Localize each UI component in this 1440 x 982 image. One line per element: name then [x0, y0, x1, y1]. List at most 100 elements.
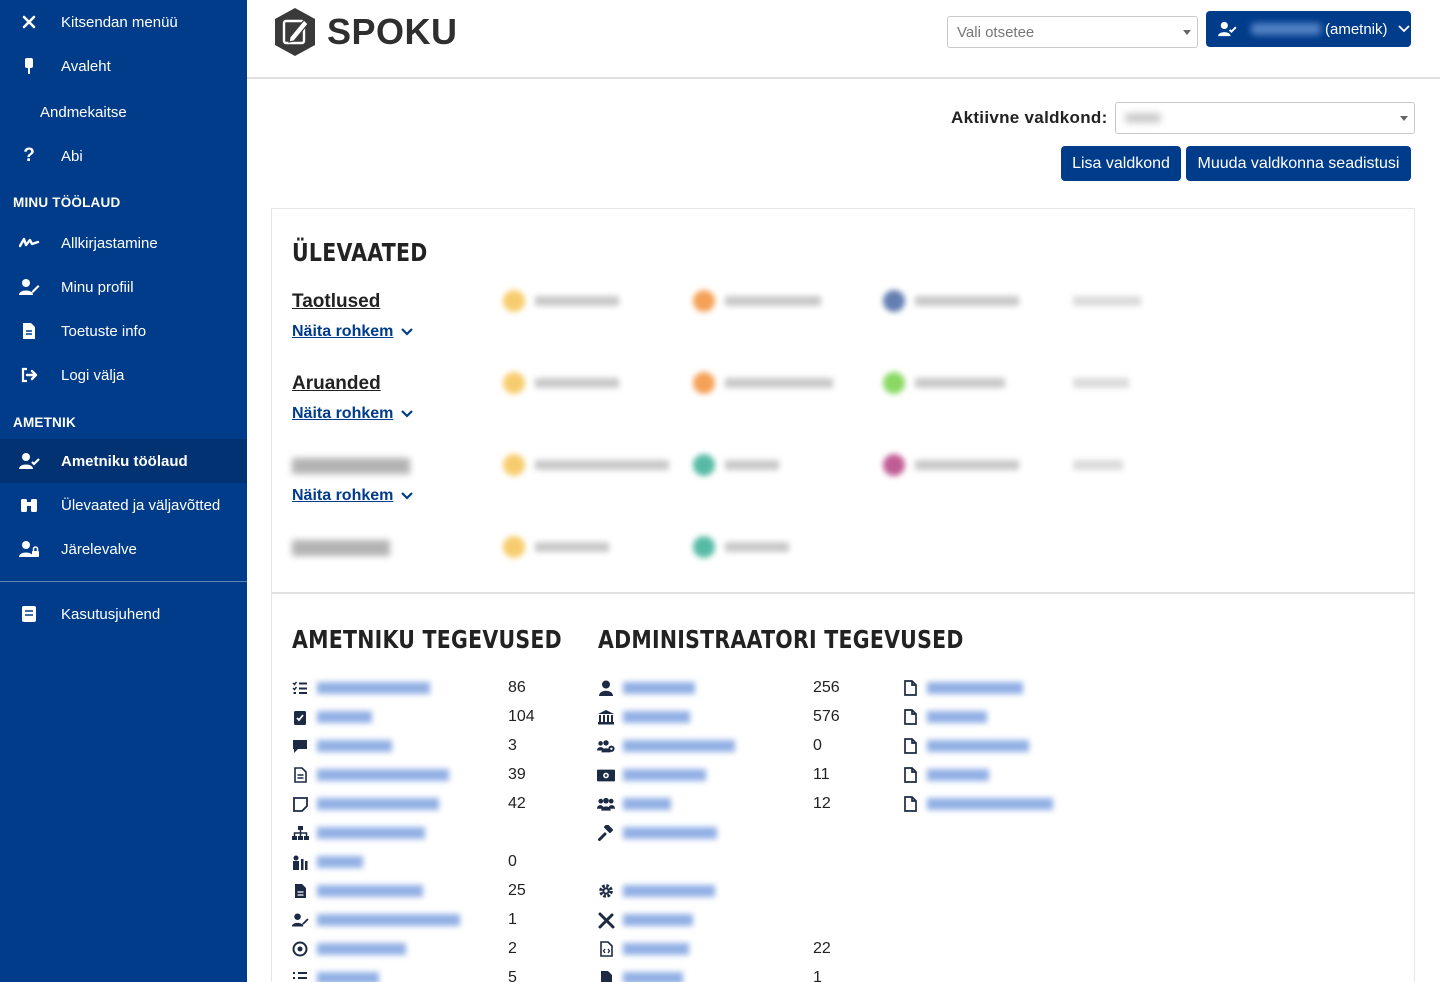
- file-link-redacted[interactable]: [927, 740, 1029, 752]
- show-more-link[interactable]: Näita rohkem: [292, 323, 414, 341]
- admin-action-link-redacted[interactable]: [623, 740, 735, 752]
- target-icon: [291, 940, 309, 958]
- sidebar-item-signing[interactable]: Allkirjastamine: [0, 221, 247, 265]
- file-link-redacted[interactable]: [927, 798, 1053, 810]
- admin-action-link-redacted[interactable]: [623, 769, 706, 781]
- file-link-row[interactable]: [901, 764, 989, 786]
- user-menu-button[interactable]: (ametnik): [1206, 11, 1411, 47]
- official-action-row[interactable]: [291, 706, 372, 728]
- official-action-row[interactable]: [291, 677, 430, 699]
- official-action-link-redacted[interactable]: [317, 885, 423, 897]
- sidebar-item-logout[interactable]: Logi välja: [0, 353, 247, 397]
- status-chip[interactable]: [693, 454, 779, 476]
- official-action-row[interactable]: [291, 938, 406, 960]
- overview-title-redacted[interactable]: [292, 540, 390, 556]
- official-action-link-redacted[interactable]: [317, 682, 430, 694]
- file-link-row[interactable]: [901, 793, 1053, 815]
- admin-action-row[interactable]: [597, 677, 695, 699]
- admin-action-link-redacted[interactable]: [623, 798, 671, 810]
- sidebar-item-home[interactable]: Avaleht: [0, 44, 247, 88]
- admin-action-row[interactable]: [597, 967, 683, 982]
- official-action-link-redacted[interactable]: [317, 740, 392, 752]
- status-chip[interactable]: [883, 372, 1005, 394]
- sidebar-item-data-protection[interactable]: Andmekaitse: [0, 90, 247, 134]
- status-chip[interactable]: [693, 372, 833, 394]
- official-action-link-redacted[interactable]: [317, 798, 439, 810]
- file-link-redacted[interactable]: [927, 682, 1023, 694]
- official-action-row[interactable]: [291, 967, 379, 982]
- active-field-value-redacted: [1125, 113, 1161, 123]
- sidebar-item-user-guide[interactable]: Kasutusjuhend: [0, 592, 247, 636]
- official-action-row[interactable]: [291, 880, 423, 902]
- admin-action-row[interactable]: [597, 793, 671, 815]
- official-action-link-redacted[interactable]: [317, 972, 379, 982]
- file-link-row[interactable]: [901, 677, 1023, 699]
- admin-action-link-redacted[interactable]: [623, 711, 690, 723]
- admin-action-row[interactable]: [597, 880, 715, 902]
- admin-action-link-redacted[interactable]: [623, 682, 695, 694]
- admin-action-link-redacted[interactable]: [623, 943, 689, 955]
- official-action-row[interactable]: [291, 735, 392, 757]
- official-action-row[interactable]: [291, 764, 449, 786]
- status-chip[interactable]: [693, 536, 789, 558]
- file-link-row[interactable]: [901, 706, 987, 728]
- admin-action-link-redacted[interactable]: [623, 827, 717, 839]
- file-outline-icon: [901, 708, 919, 726]
- admin-action-row[interactable]: [597, 822, 717, 844]
- official-action-link-redacted[interactable]: [317, 711, 372, 723]
- user-icon: [1217, 21, 1237, 37]
- logo[interactable]: SPOKU: [271, 6, 458, 58]
- sidebar-item-label: Allkirjastamine: [61, 234, 158, 252]
- official-action-link-redacted[interactable]: [317, 856, 363, 868]
- sidebar-item-overviews[interactable]: Ülevaated ja väljavõtted: [0, 483, 247, 527]
- official-action-link-redacted[interactable]: [317, 943, 406, 955]
- official-action-row[interactable]: [291, 793, 439, 815]
- file-link-redacted[interactable]: [927, 711, 987, 723]
- admin-action-row[interactable]: [597, 909, 693, 931]
- admin-action-row[interactable]: [597, 764, 706, 786]
- official-action-count: 3: [508, 737, 517, 754]
- status-chip[interactable]: [883, 454, 1019, 476]
- sidebar-item-grant-info[interactable]: Toetuste info: [0, 309, 247, 353]
- sidebar-item-help[interactable]: ? Abi: [0, 134, 247, 178]
- field-settings-button[interactable]: Muuda valdkonna seadistusi: [1186, 146, 1411, 181]
- admin-action-link-redacted[interactable]: [623, 914, 693, 926]
- file-icon: [291, 882, 309, 900]
- status-chip[interactable]: [883, 290, 1019, 312]
- official-action-row[interactable]: [291, 909, 460, 931]
- official-action-row[interactable]: [291, 851, 363, 873]
- file-link-row[interactable]: [901, 735, 1029, 757]
- admin-action-row[interactable]: [597, 706, 690, 728]
- sidebar-item-my-profile[interactable]: Minu profiil: [0, 265, 247, 309]
- official-action-link-redacted[interactable]: [317, 914, 460, 926]
- official-action-row[interactable]: [291, 822, 425, 844]
- sidebar-item-collapse-menu[interactable]: Kitsendan menüü: [0, 0, 247, 44]
- status-chip[interactable]: [503, 290, 619, 312]
- official-action-link-redacted[interactable]: [317, 827, 425, 839]
- status-chip[interactable]: [503, 372, 619, 394]
- file-link-redacted[interactable]: [927, 769, 989, 781]
- status-chip[interactable]: [503, 536, 609, 558]
- add-field-button[interactable]: Lisa valdkond: [1061, 146, 1181, 181]
- sidebar-item-supervision[interactable]: Järelevalve: [0, 527, 247, 571]
- admin-action-row[interactable]: [597, 938, 689, 960]
- active-field-select[interactable]: [1115, 102, 1415, 134]
- overview-title-reports[interactable]: Aruanded: [292, 373, 381, 395]
- gear-icon: [597, 882, 615, 900]
- admin-action-link-redacted[interactable]: [623, 972, 683, 982]
- admin-action-row[interactable]: [597, 735, 735, 757]
- admin-action-link-redacted[interactable]: [623, 885, 715, 897]
- show-more-link[interactable]: Näita rohkem: [292, 405, 414, 423]
- document-icon: [18, 321, 40, 341]
- sidebar-item-official-desk[interactable]: Ametniku töölaud: [0, 439, 247, 483]
- overview-title-redacted[interactable]: [292, 458, 410, 474]
- official-action-link-redacted[interactable]: [317, 769, 449, 781]
- show-more-link[interactable]: Näita rohkem: [292, 487, 414, 505]
- status-chip[interactable]: [693, 290, 821, 312]
- file-code-icon: [597, 940, 615, 958]
- shortcut-select[interactable]: Vali otsetee: [947, 16, 1198, 48]
- overview-title-applications[interactable]: Taotlused: [292, 291, 380, 313]
- user-icon: [597, 679, 615, 697]
- status-chip[interactable]: [503, 454, 669, 476]
- user-lock-icon: [18, 539, 40, 559]
